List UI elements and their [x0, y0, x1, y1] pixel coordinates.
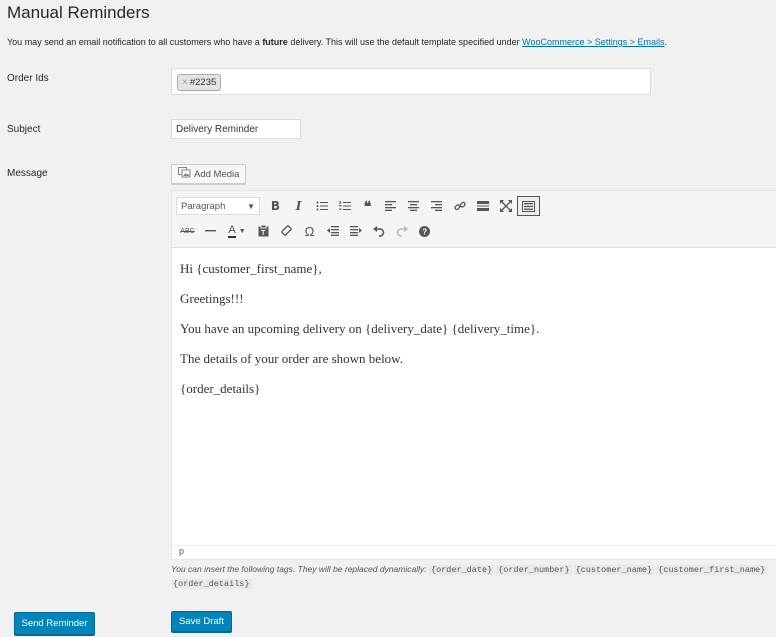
paste-text-icon[interactable]: T — [252, 221, 275, 241]
page-title: Manual Reminders — [7, 3, 150, 22]
tag-order-number: {order_number} — [496, 565, 572, 575]
link-icon[interactable] — [448, 196, 471, 216]
add-media-button[interactable]: Add Media — [171, 164, 247, 184]
help-icon[interactable]: ? — [413, 221, 436, 241]
content-line: Hi {customer_first_name}, — [180, 261, 322, 276]
editor-toolbar: Paragraph ▼ B I ❝ ABC A ▼ T Ω ? — [172, 191, 776, 248]
media-icon — [178, 167, 191, 181]
content-line: You have an upcoming delivery on {delive… — [180, 321, 540, 336]
format-select[interactable]: Paragraph ▼ — [176, 197, 260, 215]
strikethrough-icon[interactable]: ABC — [176, 221, 199, 241]
tag-order-details: {order_details} — [171, 579, 252, 589]
order-id-chip: × #2235 — [177, 74, 222, 91]
blockquote-icon[interactable]: ❝ — [356, 196, 379, 216]
editor-status-path[interactable]: p — [172, 545, 776, 559]
redo-icon[interactable] — [390, 221, 413, 241]
subject-label: Subject — [7, 124, 41, 135]
message-label: Message — [7, 168, 48, 179]
horizontal-line-icon[interactable] — [199, 221, 222, 241]
save-draft-button[interactable]: Save Draft — [171, 611, 232, 632]
toolbar-toggle-icon[interactable] — [517, 196, 540, 216]
outdent-icon[interactable] — [321, 221, 344, 241]
svg-text:T: T — [261, 230, 266, 237]
numbered-list-icon[interactable] — [333, 196, 356, 216]
tags-hint: You can insert the following tags. They … — [171, 564, 768, 589]
align-right-icon[interactable] — [425, 196, 448, 216]
clear-formatting-icon[interactable] — [275, 221, 298, 241]
undo-icon[interactable] — [367, 221, 390, 241]
tag-order-date: {order_date} — [428, 565, 495, 575]
woocommerce-emails-link[interactable]: WooCommerce > Settings > Emails — [522, 37, 664, 47]
tag-customer-first-name: {customer_first_name} — [656, 565, 768, 575]
intro-text: You may send an email notification to al… — [7, 37, 668, 47]
italic-icon[interactable]: I — [287, 196, 310, 216]
bullet-list-icon[interactable] — [310, 196, 333, 216]
special-character-icon[interactable]: Ω — [298, 221, 321, 241]
fullscreen-icon[interactable] — [494, 196, 517, 216]
chevron-down-icon: ▼ — [247, 201, 255, 211]
content-line: Greetings!!! — [180, 291, 244, 306]
content-line: {order_details} — [180, 381, 261, 396]
indent-icon[interactable] — [344, 221, 367, 241]
text-color-icon[interactable]: A ▼ — [222, 221, 252, 241]
remove-chip-icon[interactable]: × — [182, 75, 188, 90]
align-center-icon[interactable] — [402, 196, 425, 216]
send-reminder-button[interactable]: Send Reminder — [14, 612, 95, 635]
order-id-value: #2235 — [189, 77, 217, 88]
align-left-icon[interactable] — [379, 196, 402, 216]
order-ids-label: Order Ids — [7, 73, 49, 84]
svg-text:?: ? — [422, 227, 427, 236]
tag-customer-name: {customer_name} — [573, 565, 655, 575]
read-more-icon[interactable] — [471, 196, 494, 216]
order-ids-select[interactable]: × #2235 — [171, 68, 651, 95]
subject-input[interactable] — [171, 119, 301, 139]
bold-icon[interactable]: B — [264, 196, 287, 216]
editor-content[interactable]: Hi {customer_first_name}, Greetings!!! Y… — [180, 261, 539, 411]
content-line: The details of your order are shown belo… — [180, 351, 403, 366]
message-editor: Paragraph ▼ B I ❝ ABC A ▼ T Ω ? Hi {cust… — [171, 190, 776, 560]
